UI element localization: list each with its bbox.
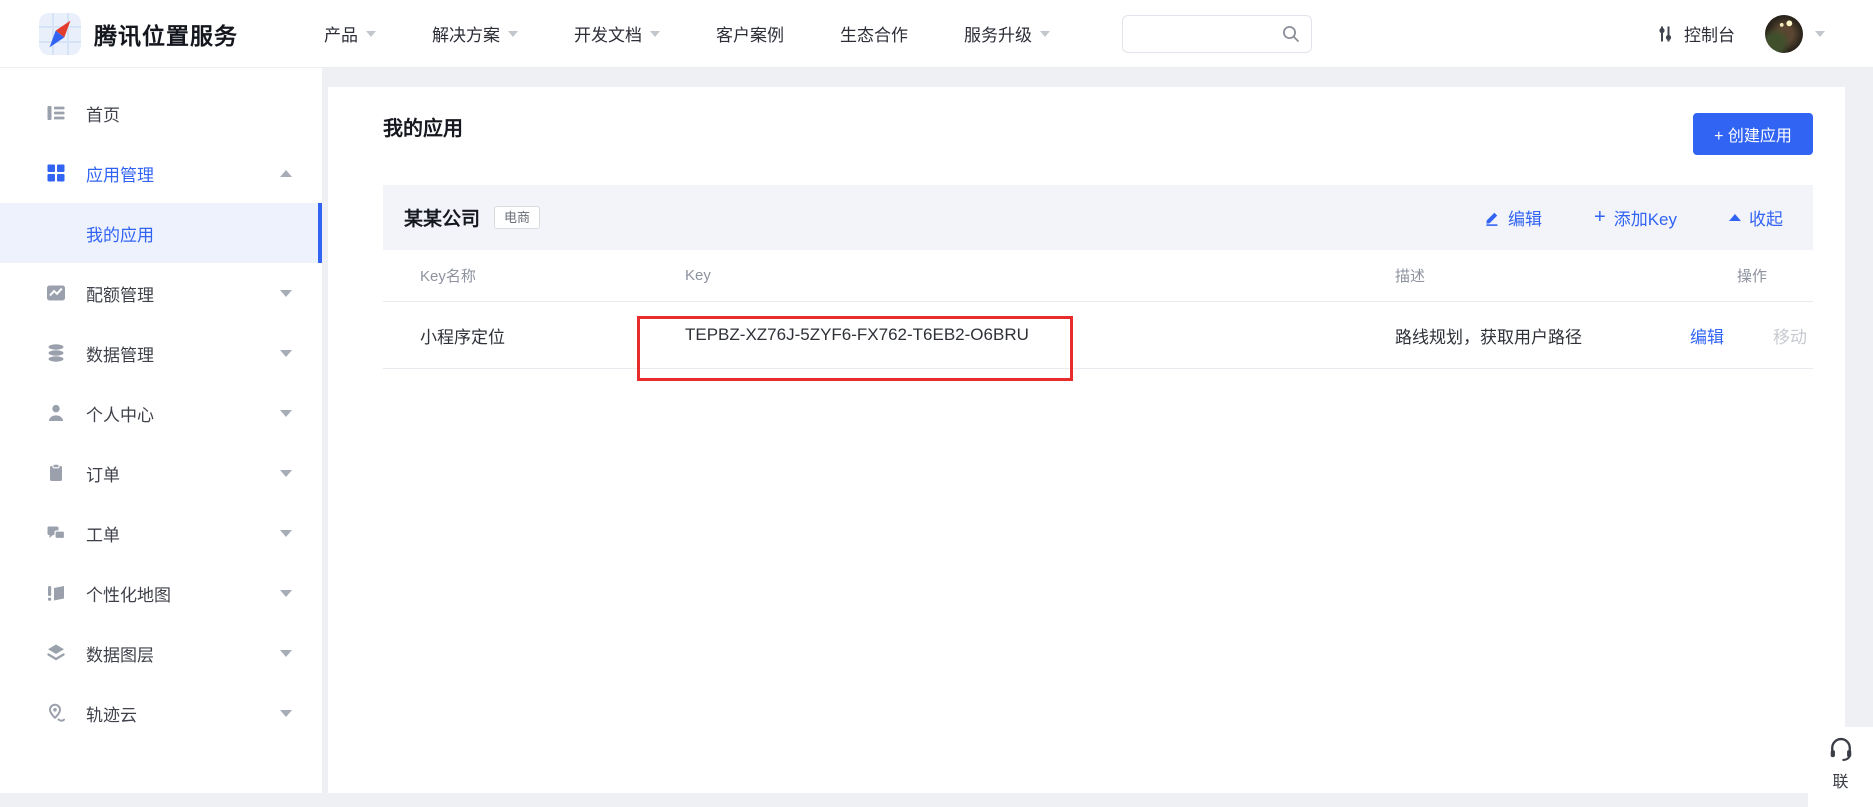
order-clipboard-icon (46, 463, 66, 483)
track-cloud-icon (46, 703, 66, 723)
chevron-down-icon (508, 31, 518, 37)
primary-nav: 产品 解决方案 开发文档 客户案例 生态合作 服务升级 (324, 21, 1050, 46)
app-card-header: 某某公司 电商 编辑 + 添加Key 收起 (383, 185, 1813, 250)
sidebar-item-home[interactable]: 首页 (0, 83, 322, 143)
sidebar-item-personal-center[interactable]: 个人中心 (0, 383, 322, 443)
sidebar-item-orders[interactable]: 订单 (0, 443, 322, 503)
edit-app-link[interactable]: 编辑 (1484, 205, 1542, 230)
sliders-icon (1655, 24, 1675, 44)
pencil-icon (1484, 210, 1500, 226)
main-panel: 我的应用 + 创建应用 某某公司 电商 编辑 + 添加Key (328, 87, 1845, 793)
chevron-down-icon[interactable] (1815, 31, 1825, 37)
sidebar-item-quota[interactable]: 配额管理 (0, 263, 322, 323)
customer-service-widget[interactable]: 联 (1808, 727, 1873, 807)
chevron-down-icon[interactable] (280, 650, 292, 657)
home-list-icon (46, 103, 66, 123)
collapse-link[interactable]: 收起 (1729, 205, 1783, 230)
nav-item-products[interactable]: 产品 (324, 21, 376, 46)
nav-item-solutions[interactable]: 解决方案 (432, 21, 518, 46)
col-header-description: 描述 (1395, 265, 1737, 286)
nav-item-ecosystem[interactable]: 生态合作 (840, 21, 908, 46)
add-key-link[interactable]: + 添加Key (1594, 205, 1677, 230)
nav-item-cases[interactable]: 客户案例 (716, 21, 784, 46)
custom-map-icon (46, 583, 66, 603)
apps-grid-icon (46, 163, 66, 183)
tencent-lbs-logo-icon (38, 12, 82, 56)
edit-key-link[interactable]: 编辑 (1690, 323, 1724, 348)
category-tag: 电商 (494, 206, 540, 230)
database-icon (46, 343, 66, 363)
plus-icon: + (1594, 207, 1606, 227)
navbar-search (1122, 15, 1312, 53)
sidebar-item-track-cloud[interactable]: 轨迹云 (0, 683, 322, 743)
chevron-down-icon (366, 31, 376, 37)
chevron-down-icon (650, 31, 660, 37)
navbar-right: 控制台 (1655, 15, 1825, 53)
console-link[interactable]: 控制台 (1655, 21, 1735, 46)
chevron-down-icon (1040, 31, 1050, 37)
cell-actions: 编辑 移动 (1690, 323, 1813, 348)
cell-description: 路线规划，获取用户路径 (1395, 323, 1737, 348)
sidebar-item-data-management[interactable]: 数据管理 (0, 323, 322, 383)
chevron-down-icon[interactable] (280, 470, 292, 477)
cell-key-name: 小程序定位 (420, 323, 685, 348)
chevron-down-icon[interactable] (280, 530, 292, 537)
search-input[interactable] (1127, 24, 1281, 43)
sidebar-item-data-layers[interactable]: 数据图层 (0, 623, 322, 683)
user-icon (46, 403, 66, 423)
ticket-chat-icon (46, 523, 66, 543)
col-header-key-name: Key名称 (420, 265, 685, 286)
data-layers-icon (46, 643, 66, 663)
col-header-operations: 操作 (1737, 265, 1813, 286)
nav-item-upgrade[interactable]: 服务升级 (964, 21, 1050, 46)
nav-item-docs[interactable]: 开发文档 (574, 21, 660, 46)
top-navbar: 腾讯位置服务 产品 解决方案 开发文档 客户案例 生态合作 服务升级 (0, 0, 1873, 68)
card-actions: 编辑 + 添加Key 收起 (1484, 205, 1783, 230)
chevron-down-icon[interactable] (280, 410, 292, 417)
service-widget-label: 联 (1832, 768, 1848, 792)
key-table-header: Key名称 Key 描述 操作 (383, 250, 1813, 302)
key-table-row: 小程序定位 TEPBZ-XZ76J-5ZYF6-FX762-T6EB2-O6BR… (383, 302, 1813, 369)
app-card: 某某公司 电商 编辑 + 添加Key 收起 (383, 185, 1813, 369)
sidebar: 首页 应用管理 我的应用 配额管理 数据管理 (0, 68, 322, 793)
brand-title: 腾讯位置服务 (94, 17, 238, 51)
company-name: 某某公司 (404, 204, 480, 231)
col-header-key: Key (685, 267, 1395, 284)
cell-key-value: TEPBZ-XZ76J-5ZYF6-FX762-T6EB2-O6BRU (685, 325, 1395, 345)
sidebar-item-my-apps[interactable]: 我的应用 (0, 203, 322, 263)
headset-icon (1827, 735, 1855, 763)
chevron-down-icon[interactable] (280, 350, 292, 357)
chevron-up-icon[interactable] (280, 170, 292, 177)
search-icon[interactable] (1281, 24, 1301, 44)
user-avatar[interactable] (1765, 15, 1803, 53)
sidebar-item-app-management[interactable]: 应用管理 (0, 143, 322, 203)
create-app-button[interactable]: + 创建应用 (1693, 113, 1813, 155)
quota-chart-icon (46, 283, 66, 303)
page-title: 我的应用 (383, 112, 463, 141)
chevron-up-icon (1729, 214, 1741, 221)
chevron-down-icon[interactable] (280, 290, 292, 297)
sidebar-item-work-orders[interactable]: 工单 (0, 503, 322, 563)
chevron-down-icon[interactable] (280, 590, 292, 597)
sidebar-item-custom-map[interactable]: 个性化地图 (0, 563, 322, 623)
move-key-link[interactable]: 移动 (1773, 323, 1807, 348)
chevron-down-icon[interactable] (280, 710, 292, 717)
